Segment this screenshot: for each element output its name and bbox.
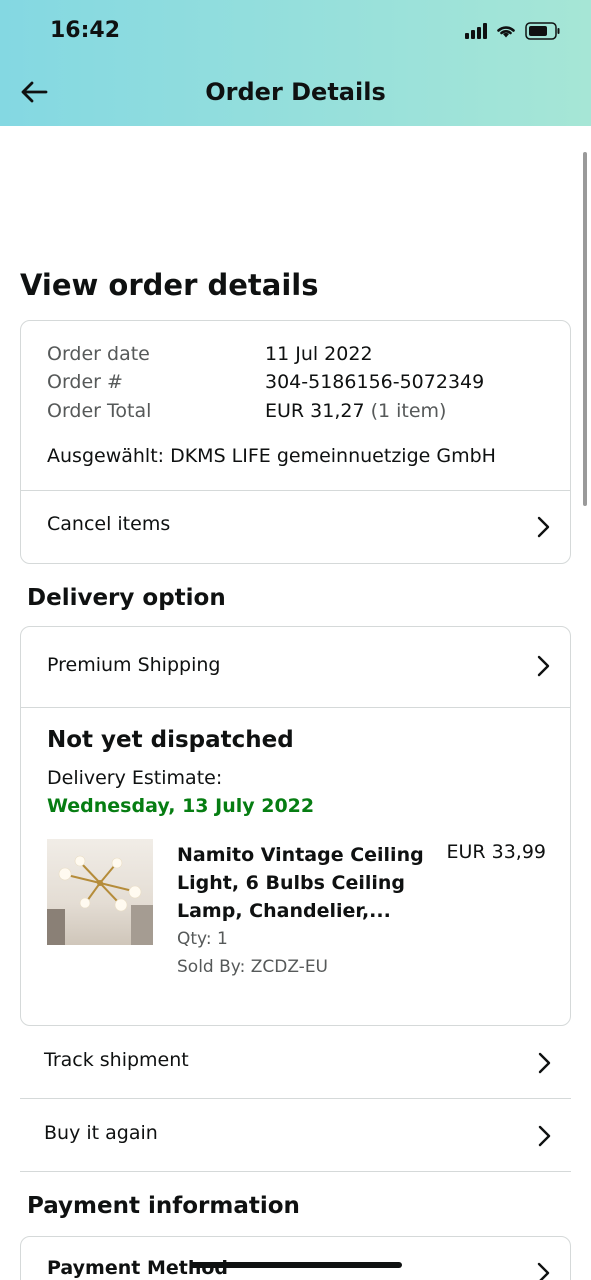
status-time: 16:42	[50, 18, 121, 43]
chevron-right-icon	[538, 1052, 551, 1074]
scrollbar[interactable]	[583, 152, 587, 506]
selected-charity: Ausgewählt: DKMS LIFE gemeinnuetzige Gmb…	[47, 445, 496, 467]
cellular-signal-icon	[465, 23, 487, 39]
delivery-card: Premium Shipping Not yet dispatched Deli…	[20, 626, 571, 1026]
chevron-right-icon	[537, 655, 550, 677]
order-total-items: (1 item)	[370, 400, 447, 422]
product-name[interactable]: Namito Vintage Ceiling Light, 6 Bulbs Ce…	[177, 841, 427, 925]
ceiling-lamp-image	[47, 855, 153, 945]
payment-method-label: Payment Method	[47, 1257, 229, 1279]
payment-section-title: Payment information	[27, 1193, 300, 1219]
order-date-value: 11 Jul 2022	[265, 343, 373, 365]
wifi-icon	[497, 26, 515, 38]
track-shipment-label: Track shipment	[44, 1049, 189, 1071]
shipment-status-title: Not yet dispatched	[47, 727, 294, 753]
buy-again-row[interactable]: Buy it again	[20, 1100, 571, 1172]
buy-again-label: Buy it again	[44, 1122, 158, 1144]
delivery-section-title: Delivery option	[27, 585, 226, 611]
order-total: EUR 31,27 (1 item)	[265, 400, 446, 422]
shipping-option-label: Premium Shipping	[47, 654, 221, 676]
chevron-right-icon	[538, 1125, 551, 1147]
nav-title: Order Details	[205, 78, 386, 106]
divider	[21, 707, 570, 708]
track-shipment-row[interactable]: Track shipment	[20, 1027, 571, 1099]
order-summary-card: Order date 11 Jul 2022 Order # 304-51861…	[20, 320, 571, 564]
app-header: 16:42 Order Details	[0, 0, 591, 126]
chevron-right-icon	[537, 1262, 550, 1280]
order-total-label: Order Total	[47, 400, 152, 422]
order-total-value: EUR 31,27	[265, 400, 365, 422]
product-image[interactable]	[47, 839, 153, 945]
order-number-value: 304-5186156-5072349	[265, 371, 485, 393]
premium-shipping-row[interactable]: Premium Shipping	[21, 627, 570, 707]
product-seller: Sold By: ZCDZ-EU	[177, 957, 328, 977]
cancel-items-label: Cancel items	[47, 513, 171, 535]
product-price: EUR 33,99	[446, 841, 546, 863]
cancel-items-row[interactable]: Cancel items	[21, 491, 570, 564]
delivery-estimate-date: Wednesday, 13 July 2022	[47, 795, 315, 817]
payment-method-row[interactable]: Payment Method	[20, 1236, 571, 1280]
battery-icon	[525, 22, 560, 40]
chevron-right-icon	[537, 516, 550, 538]
product-quantity: Qty: 1	[177, 929, 228, 949]
order-date-label: Order date	[47, 343, 150, 365]
delivery-estimate-label: Delivery Estimate:	[47, 767, 223, 789]
status-icons	[465, 22, 561, 40]
home-indicator	[190, 1262, 402, 1268]
order-number-label: Order #	[47, 371, 123, 393]
page-title: View order details	[20, 268, 319, 302]
